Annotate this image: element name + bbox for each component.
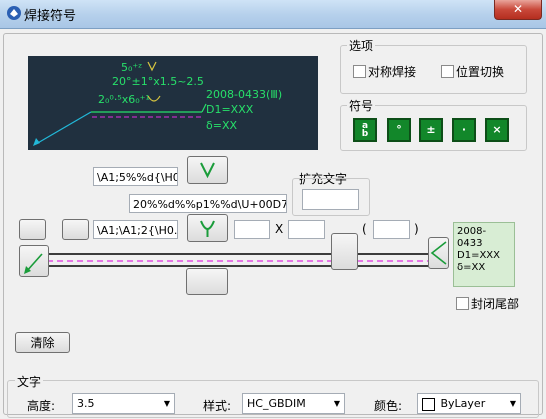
- style-label: 样式:: [203, 399, 232, 413]
- chevron-down-icon: ▼: [163, 399, 170, 408]
- close-button[interactable]: ✕: [494, 0, 542, 20]
- chevron-down-icon: ▼: [509, 399, 516, 408]
- color-swatch: [422, 397, 435, 411]
- tail-icon: [430, 241, 447, 265]
- multiply-button[interactable]: ×: [485, 118, 509, 142]
- v-groove-mark: [147, 61, 157, 72]
- result-line1: 2008-0433: [457, 226, 487, 249]
- preview-line3: 2₀⁰·⁵x6₀⁺¹: [98, 93, 150, 106]
- window-title: 焊接符号: [24, 9, 77, 24]
- x-label: X: [275, 222, 284, 236]
- height-select[interactable]: 3.5 ▼: [72, 393, 175, 414]
- closed-tail-label: 封闭尾部: [471, 297, 520, 311]
- u-groove-button[interactable]: [187, 214, 228, 242]
- ext-text-input[interactable]: [302, 189, 359, 210]
- symmetric-weld-label: 对称焊接: [368, 65, 417, 79]
- dot-button[interactable]: ·: [452, 118, 476, 142]
- weld-preview-drawing: 5₀⁺ᶻ 20°±1°x1.5~2.5 2₀⁰·⁵x6₀⁺¹ 2008-0433…: [33, 61, 282, 146]
- closed-tail-checkbox[interactable]: [456, 297, 469, 310]
- style-value: HC_GBDIM: [247, 397, 306, 410]
- dimension-c-input[interactable]: [373, 220, 410, 239]
- u-groove-icon: [200, 220, 215, 237]
- app-icon: [7, 6, 21, 20]
- weld-preview: 5₀⁺ᶻ 20°±1°x1.5~2.5 2₀⁰·⁵x6₀⁺¹ 2008-0433…: [28, 56, 318, 150]
- lower-blank-button[interactable]: [186, 268, 228, 295]
- chevron-down-icon: ▼: [333, 399, 340, 408]
- clear-button[interactable]: 清除: [15, 332, 70, 353]
- height-value: 3.5: [77, 397, 95, 410]
- degree-button[interactable]: °: [387, 118, 411, 142]
- height-label: 高度:: [27, 399, 56, 413]
- color-select[interactable]: ByLayer ▼: [417, 393, 521, 414]
- left-blank-button-1[interactable]: [19, 219, 46, 240]
- swap-position-checkbox[interactable]: [441, 65, 454, 78]
- v-groove-button[interactable]: [187, 156, 228, 184]
- preview-line2: 20°±1°x1.5~2.5: [112, 75, 204, 88]
- ab-bottom: b: [361, 129, 369, 139]
- preview-d1: D1=XXX: [206, 103, 254, 116]
- options-title: 选项: [347, 37, 376, 54]
- arrow-direction-button[interactable]: [19, 245, 49, 277]
- arrow-leader: [35, 111, 92, 145]
- symbols-title: 符号: [347, 97, 376, 114]
- mid-position-button[interactable]: [331, 233, 358, 270]
- ab-fraction-button[interactable]: a b: [353, 118, 377, 142]
- v-groove-icon: [200, 162, 215, 179]
- preview-delta: δ=XX: [206, 119, 237, 132]
- preview-line1: 5₀⁺ᶻ: [121, 61, 142, 74]
- swap-position-label: 位置切换: [456, 65, 505, 79]
- dimension-a-input[interactable]: [234, 220, 270, 239]
- mid-text-input[interactable]: 20%%d%%p1%%d\U+00D7: [129, 194, 287, 213]
- lower-text-input[interactable]: \A1;\A1;2{\H0.7: [93, 220, 178, 239]
- reference-line-bar: [19, 248, 449, 274]
- tail-button[interactable]: [428, 237, 449, 269]
- preview-ref: 2008-0433(Ⅲ): [206, 88, 282, 101]
- arrow-head: [33, 138, 40, 146]
- color-label: 颜色:: [374, 399, 403, 413]
- symmetric-weld-checkbox[interactable]: [353, 65, 366, 78]
- result-line3: δ=XX: [457, 262, 486, 273]
- result-text-box: 2008-0433 D1=XXX δ=XX: [453, 222, 515, 287]
- color-value: ByLayer: [440, 397, 486, 410]
- paren-open-label: (: [362, 222, 367, 236]
- result-line2: D1=XXX: [457, 250, 500, 261]
- text-group-title: 文字: [15, 373, 44, 390]
- paren-close-label: ): [414, 222, 419, 236]
- left-blank-button-2[interactable]: [62, 219, 89, 240]
- arrow-leader-icon: [24, 253, 43, 274]
- plus-minus-button[interactable]: ±: [419, 118, 443, 142]
- title-bar: 焊接符号 ✕: [0, 0, 546, 29]
- style-select[interactable]: HC_GBDIM ▼: [242, 393, 345, 414]
- upper-text-input[interactable]: \A1;5%%d{\H0: [93, 167, 178, 186]
- dimension-b-input[interactable]: [288, 220, 325, 239]
